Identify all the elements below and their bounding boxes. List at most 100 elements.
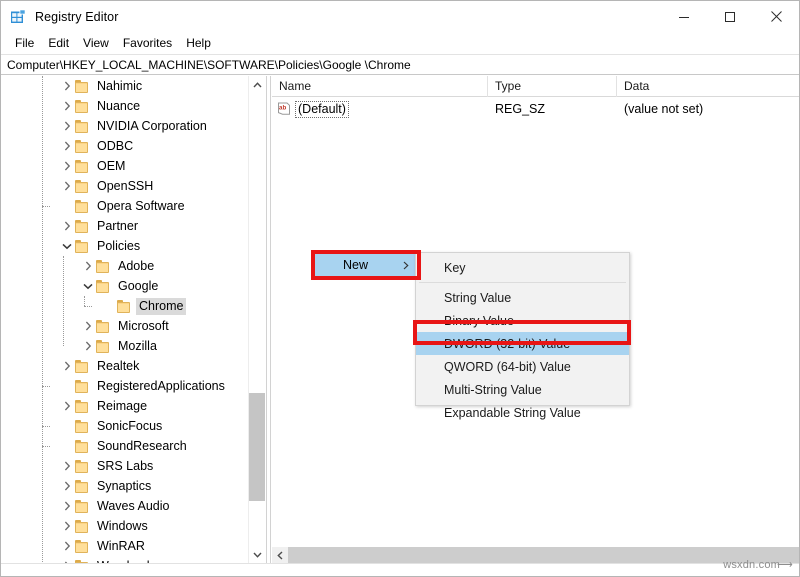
- tree-item-chrome[interactable]: Chrome: [1, 296, 248, 316]
- tree-item-policies[interactable]: Policies: [1, 236, 248, 256]
- chevron-right-icon[interactable]: [59, 516, 75, 536]
- folder-icon: [75, 180, 90, 193]
- chevron-right-icon[interactable]: [59, 456, 75, 476]
- tree-guide-line: [42, 426, 50, 428]
- folder-icon: [75, 200, 90, 213]
- chevron-right-icon[interactable]: [59, 76, 75, 96]
- tree-item-sonicfocus[interactable]: SonicFocus: [1, 416, 248, 436]
- chevron-right-icon[interactable]: [59, 496, 75, 516]
- tree-item-waves-audio[interactable]: Waves Audio: [1, 496, 248, 516]
- tree-leaf-spacer: [59, 196, 75, 216]
- chevron-right-icon[interactable]: [80, 336, 96, 356]
- submenu-item-expandable-string-value[interactable]: Expandable String Value: [416, 401, 629, 424]
- tree-item-opera-software[interactable]: Opera Software: [1, 196, 248, 216]
- column-header-data[interactable]: Data: [617, 76, 800, 97]
- tree-item-label: Nahimic: [94, 78, 145, 95]
- tree-item-oem[interactable]: OEM: [1, 156, 248, 176]
- tree-item-nahimic[interactable]: Nahimic: [1, 76, 248, 96]
- menu-edit[interactable]: Edit: [41, 34, 76, 52]
- chevron-right-icon[interactable]: [80, 316, 96, 336]
- tree-item-mozilla[interactable]: Mozilla: [1, 336, 248, 356]
- tree-item-wondershare[interactable]: Wondershare: [1, 556, 248, 563]
- tree-item-label: Realtek: [94, 358, 142, 375]
- tree-item-winrar[interactable]: WinRAR: [1, 536, 248, 556]
- submenu-item-binary-value[interactable]: Binary Value: [416, 309, 629, 332]
- tree-vertical-scrollbar[interactable]: [248, 76, 265, 563]
- title-bar: Registry Editor: [1, 1, 799, 32]
- tree-item-label: Opera Software: [94, 198, 188, 215]
- list-horizontal-scrollbar[interactable]: [272, 547, 800, 563]
- submenu-item-key[interactable]: Key: [416, 256, 629, 279]
- menu-view[interactable]: View: [76, 34, 116, 52]
- folder-icon: [75, 160, 90, 173]
- close-button[interactable]: [753, 1, 799, 32]
- chevron-right-icon[interactable]: [80, 256, 96, 276]
- chevron-right-icon[interactable]: [59, 96, 75, 116]
- column-header-name[interactable]: Name: [272, 76, 488, 97]
- tree-item-label: OEM: [94, 158, 128, 175]
- submenu-item-string-value[interactable]: String Value: [416, 286, 629, 309]
- chevron-right-icon[interactable]: [59, 556, 75, 563]
- tree-item-microsoft[interactable]: Microsoft: [1, 316, 248, 336]
- chevron-right-icon[interactable]: [59, 156, 75, 176]
- chevron-down-icon[interactable]: [80, 276, 96, 296]
- tree-item-srs-labs[interactable]: SRS Labs: [1, 456, 248, 476]
- minimize-button[interactable]: [661, 1, 707, 32]
- pane-splitter[interactable]: [266, 76, 271, 563]
- tree-item-synaptics[interactable]: Synaptics: [1, 476, 248, 496]
- tree-item-label: WinRAR: [94, 538, 148, 555]
- chevron-right-icon[interactable]: [59, 116, 75, 136]
- tree-scroll-track[interactable]: [249, 93, 265, 546]
- chevron-right-icon[interactable]: [59, 356, 75, 376]
- tree-item-label: Microsoft: [115, 318, 172, 335]
- tree-guide-line: [63, 256, 65, 346]
- tree-item-nvidia-corporation[interactable]: NVIDIA Corporation: [1, 116, 248, 136]
- column-header-type[interactable]: Type: [488, 76, 617, 97]
- chevron-right-icon[interactable]: [59, 176, 75, 196]
- list-scroll-left-button[interactable]: [272, 547, 288, 563]
- menu-help[interactable]: Help: [179, 34, 218, 52]
- tree-item-registeredapplications[interactable]: RegisteredApplications: [1, 376, 248, 396]
- context-menu-new-label: New: [315, 258, 396, 272]
- tree-scroll-up-button[interactable]: [249, 76, 265, 93]
- tree-item-soundresearch[interactable]: SoundResearch: [1, 436, 248, 456]
- chevron-down-icon[interactable]: [59, 236, 75, 256]
- tree-item-odbc[interactable]: ODBC: [1, 136, 248, 156]
- maximize-button[interactable]: [707, 1, 753, 32]
- value-data-cell: (value not set): [617, 102, 800, 116]
- tree-item-windows[interactable]: Windows: [1, 516, 248, 536]
- chevron-right-icon[interactable]: [59, 216, 75, 236]
- tree-scroll-down-button[interactable]: [249, 546, 265, 563]
- context-menu-item-new[interactable]: New: [315, 254, 416, 276]
- tree-item-reimage[interactable]: Reimage: [1, 396, 248, 416]
- tree-item-label: Google: [115, 278, 161, 295]
- tree-item-openssh[interactable]: OpenSSH: [1, 176, 248, 196]
- folder-icon: [75, 240, 90, 253]
- table-row[interactable]: ab (Default) REG_SZ (value not set): [272, 99, 800, 119]
- watermark-text: wsxdn.com⟶: [723, 558, 793, 571]
- chevron-right-icon[interactable]: [59, 136, 75, 156]
- tree-item-label: OpenSSH: [94, 178, 156, 195]
- watermark-label: wsxdn.com: [723, 559, 780, 571]
- tree-item-nuance[interactable]: Nuance: [1, 96, 248, 116]
- submenu-item-multi-string-value[interactable]: Multi-String Value: [416, 378, 629, 401]
- tree-item-google[interactable]: Google: [1, 276, 248, 296]
- submenu-item-qword-64bit-value[interactable]: QWORD (64-bit) Value: [416, 355, 629, 378]
- chevron-right-icon[interactable]: [59, 536, 75, 556]
- submenu-item-dword-32bit-value[interactable]: DWORD (32-bit) Value: [416, 332, 629, 355]
- address-bar[interactable]: Computer\HKEY_LOCAL_MACHINE\SOFTWARE\Pol…: [1, 54, 799, 75]
- menu-favorites[interactable]: Favorites: [116, 34, 179, 52]
- tree-item-label: Policies: [94, 238, 143, 255]
- tree-scroll-thumb[interactable]: [249, 393, 265, 501]
- tree-item-partner[interactable]: Partner: [1, 216, 248, 236]
- tree-item-adobe[interactable]: Adobe: [1, 256, 248, 276]
- chevron-right-icon[interactable]: [59, 476, 75, 496]
- tree-item-label: Windows: [94, 518, 151, 535]
- chevron-right-icon: [396, 261, 416, 270]
- tree-item-label: SonicFocus: [94, 418, 165, 435]
- menu-file[interactable]: File: [8, 34, 41, 52]
- submenu-separator: [419, 282, 626, 283]
- tree-item-realtek[interactable]: Realtek: [1, 356, 248, 376]
- chevron-right-icon[interactable]: [59, 396, 75, 416]
- tree-item-label: RegisteredApplications: [94, 378, 228, 395]
